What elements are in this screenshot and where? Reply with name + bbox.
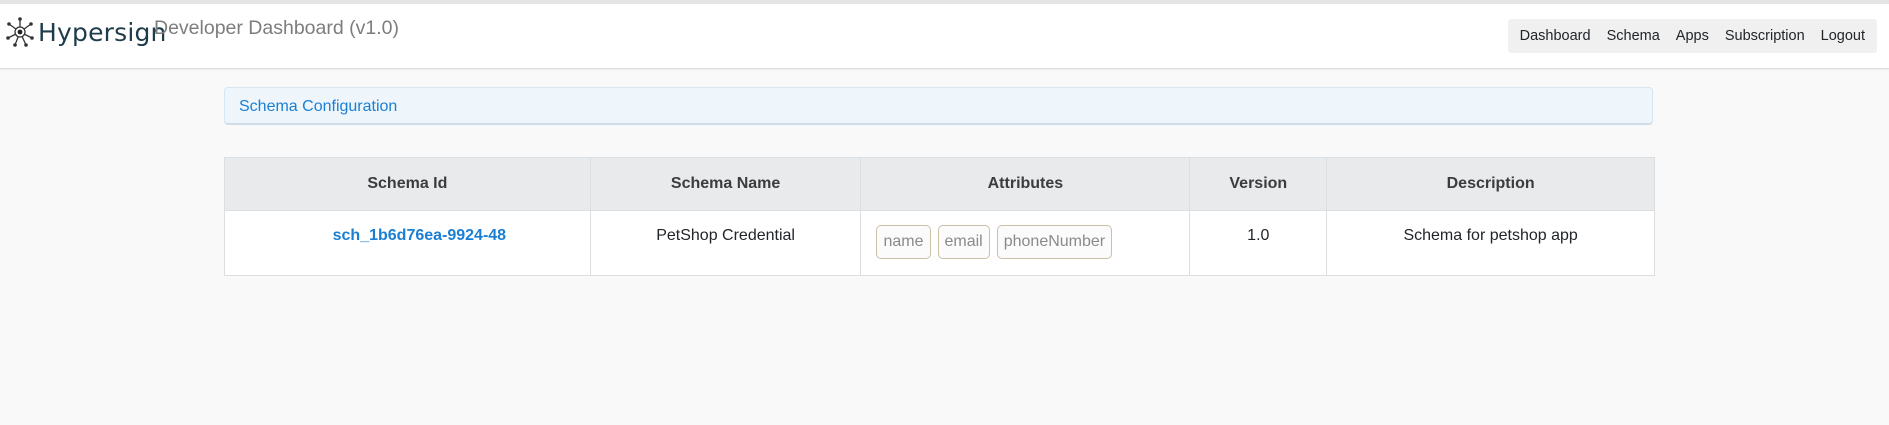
schema-table: Schema Id Schema Name Attributes Version… xyxy=(224,157,1655,276)
nav-dashboard-link[interactable]: Dashboard xyxy=(1512,19,1599,53)
version-cell: 1.0 xyxy=(1189,210,1328,276)
column-header-attributes: Attributes xyxy=(860,157,1191,211)
table-row: sch_1b6d76ea-9924-48 PetShop Credential … xyxy=(224,210,1655,276)
nav-logout-link[interactable]: Logout xyxy=(1813,19,1873,53)
nav-schema-link[interactable]: Schema xyxy=(1599,19,1668,53)
column-header-schema-name: Schema Name xyxy=(589,157,862,211)
column-header-schema-id: Schema Id xyxy=(224,157,591,211)
schema-id-cell: sch_1b6d76ea-9924-48 xyxy=(224,210,591,276)
nav-apps-link[interactable]: Apps xyxy=(1668,19,1717,53)
attribute-chip: name xyxy=(876,225,931,259)
schema-name-cell: PetShop Credential xyxy=(589,210,862,276)
column-header-version: Version xyxy=(1189,157,1328,211)
nav-subscription-link[interactable]: Subscription xyxy=(1717,19,1813,53)
column-header-description: Description xyxy=(1326,157,1655,211)
dashboard-title: Developer Dashboard (v1.0) xyxy=(154,17,399,39)
description-cell: Schema for petshop app xyxy=(1326,210,1655,276)
attribute-chip: email xyxy=(937,225,990,259)
brand-name: Hypersign xyxy=(38,17,167,47)
schema-configuration-title[interactable]: Schema Configuration xyxy=(239,98,397,116)
attributes-cell: name email phoneNumber xyxy=(860,210,1191,276)
nav-menu: Dashboard Schema Apps Subscription Logou… xyxy=(1507,19,1877,53)
navbar: Hypersign Developer Dashboard (v1.0) Das… xyxy=(0,4,1889,69)
hypersign-logo-icon xyxy=(4,16,36,48)
schema-id-link[interactable]: sch_1b6d76ea-9924-48 xyxy=(309,227,506,244)
brand[interactable]: Hypersign xyxy=(4,14,167,50)
table-header-row: Schema Id Schema Name Attributes Version… xyxy=(224,157,1655,211)
attribute-chip: phoneNumber xyxy=(996,225,1113,259)
schema-configuration-panel[interactable]: Schema Configuration xyxy=(224,87,1653,125)
